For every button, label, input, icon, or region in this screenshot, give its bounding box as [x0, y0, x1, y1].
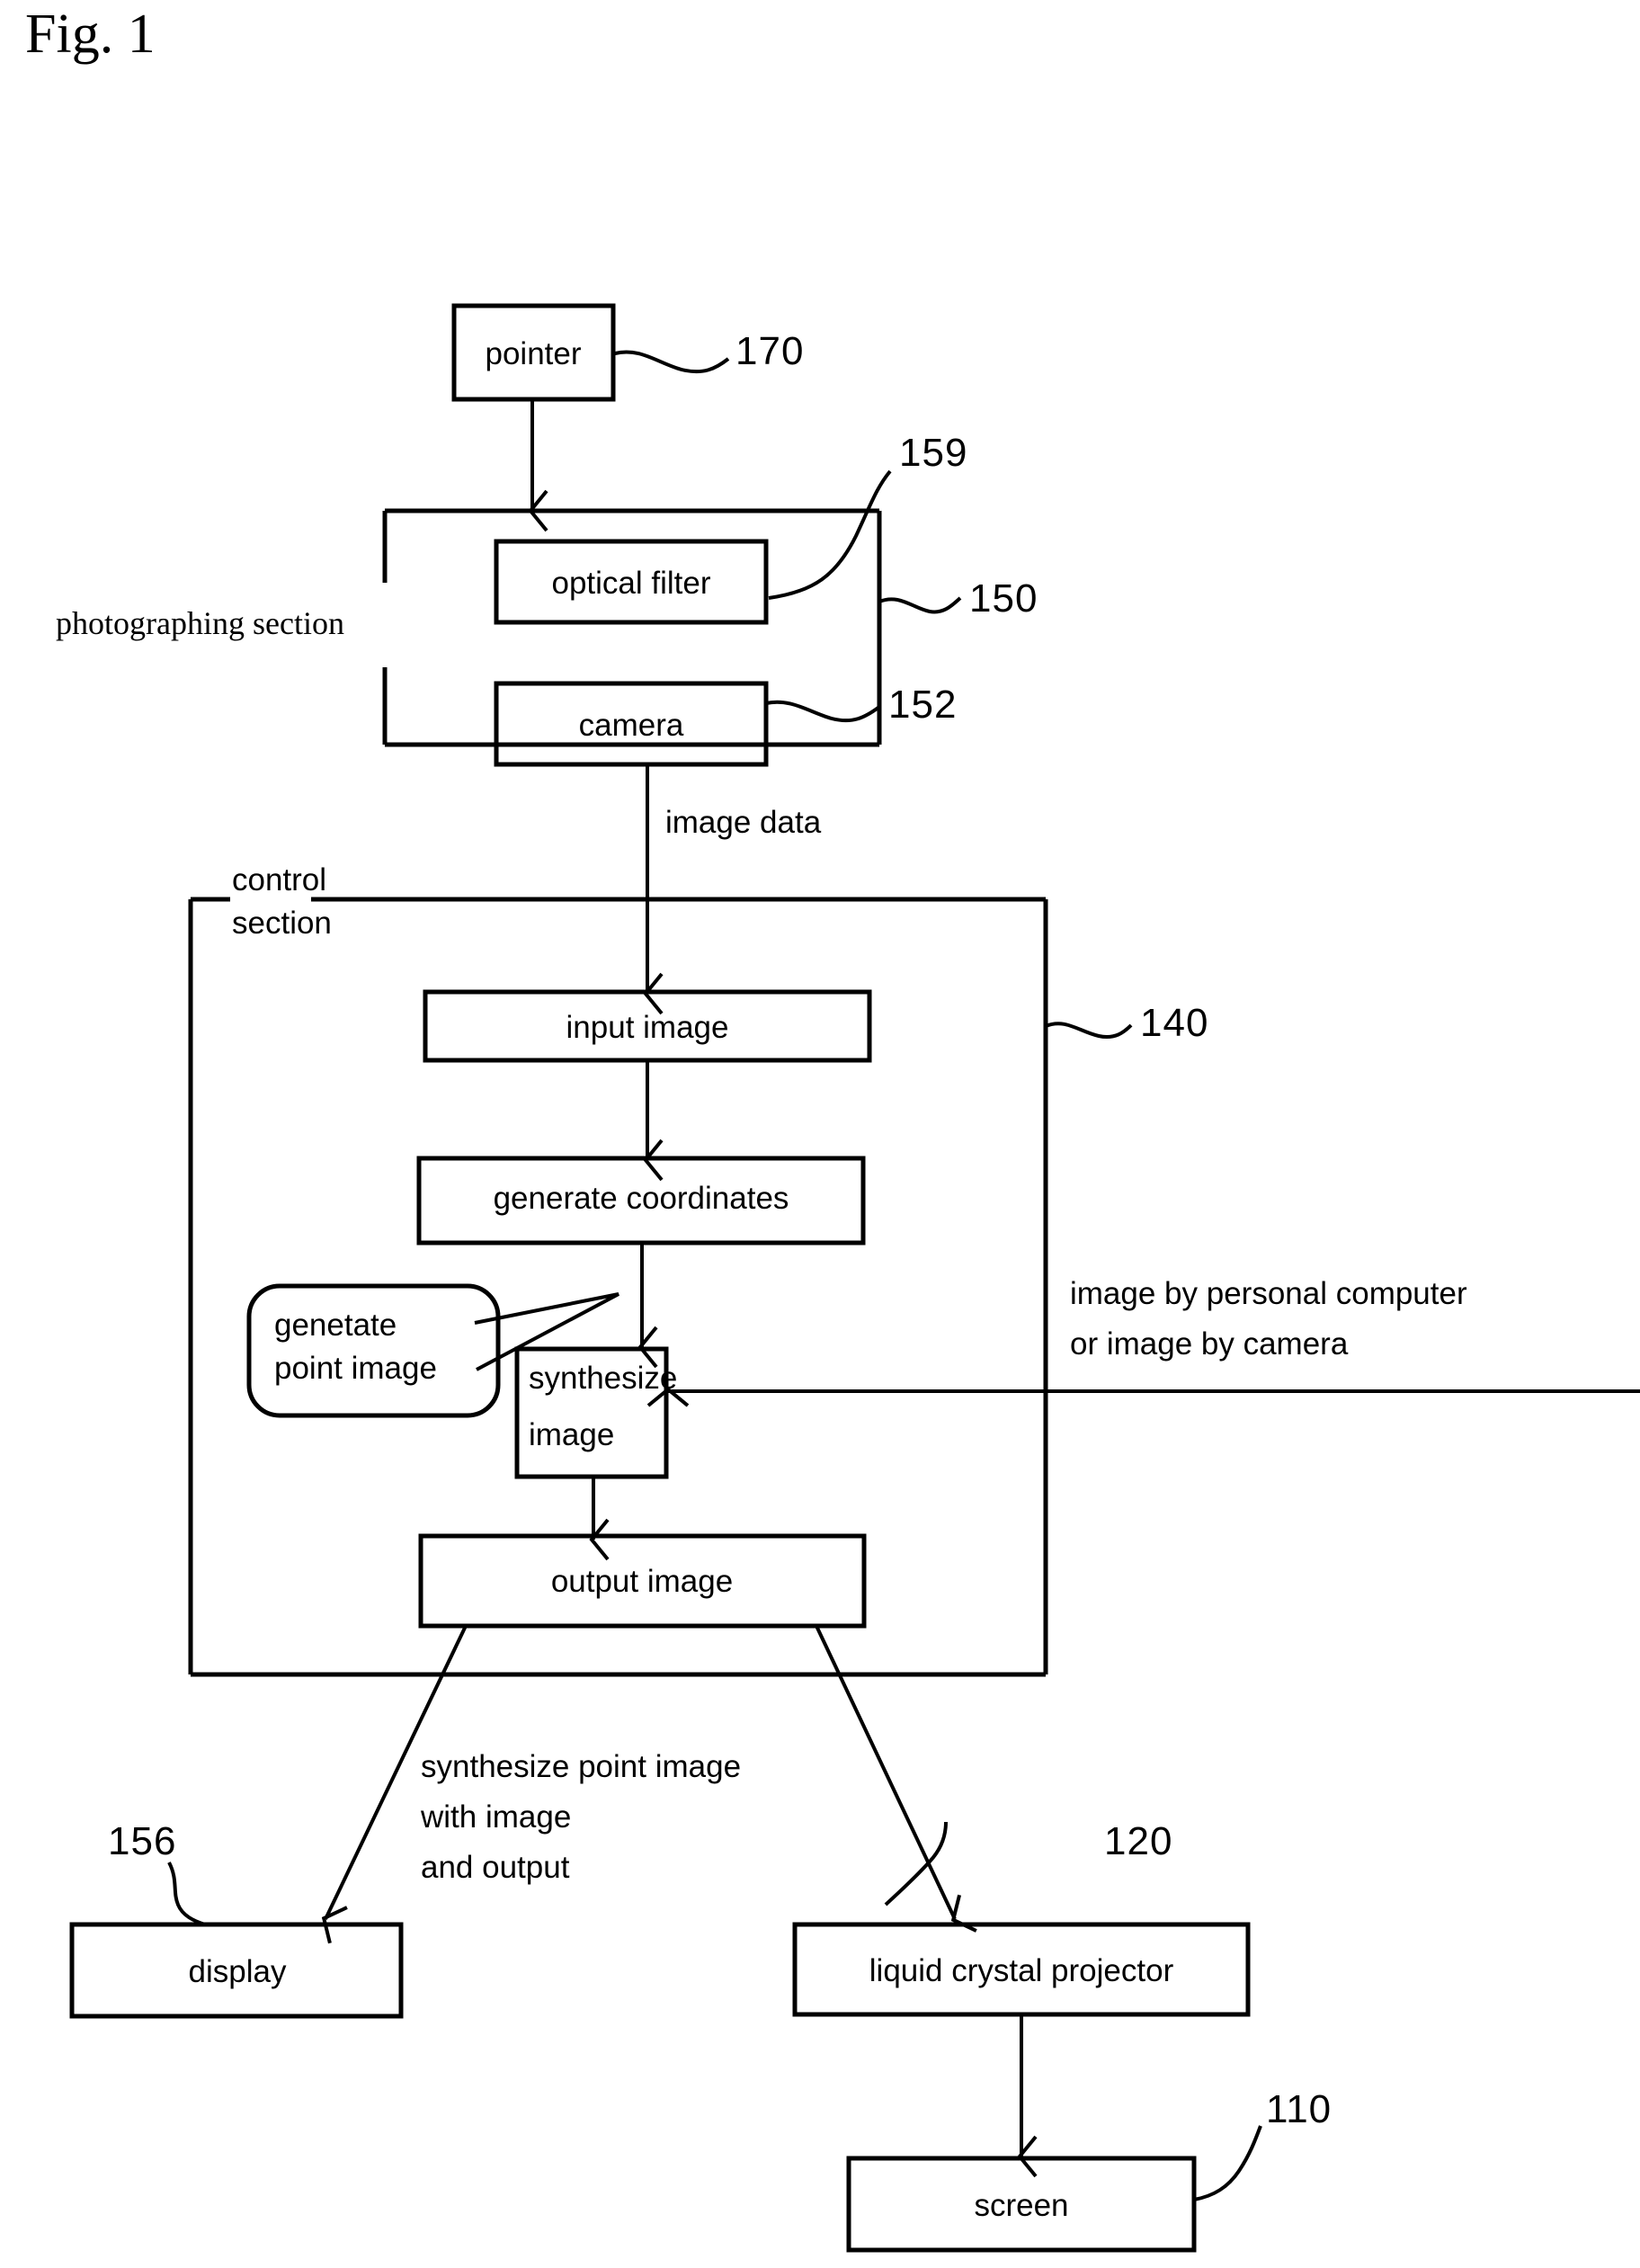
reference-numeral-152: 152 [888, 683, 958, 727]
control-section-label-line2: section [232, 906, 332, 941]
external-image-source-label-line2: or image by camera [1070, 1326, 1349, 1362]
reference-numeral-150: 150 [969, 576, 1038, 621]
reference-numeral-140: 140 [1140, 1001, 1209, 1045]
reference-numeral-159: 159 [899, 431, 968, 475]
synthesize-image-box-label-line2: image [529, 1417, 615, 1452]
output-image-box-label: output image [550, 1564, 734, 1599]
leader-line-156 [167, 1862, 206, 1926]
pointer-box-label: pointer [485, 336, 582, 371]
arrow-output-to-projector [815, 1625, 977, 1933]
control-section-label-line1: control [232, 862, 327, 897]
reference-numeral-120: 120 [1104, 1819, 1173, 1863]
leader-line-110 [1193, 2125, 1262, 2201]
leader-line-152 [765, 700, 881, 723]
display-box-label: display [188, 1954, 287, 1989]
output-note-line3: and output [421, 1850, 570, 1885]
generate-point-image-callout-line1: genetate [274, 1308, 397, 1343]
reference-numeral-110: 110 [1266, 2087, 1332, 2131]
leader-line-150 [878, 596, 962, 614]
input-image-box-label: input image [566, 1010, 729, 1045]
reference-numeral-170: 170 [735, 329, 805, 373]
output-note-line1: synthesize point image [421, 1749, 742, 1784]
image-data-flow-label: image data [665, 805, 822, 840]
generate-point-image-callout-line2: point image [274, 1351, 437, 1386]
photographing-section-label: photographing section [56, 605, 344, 641]
screen-box-label: screen [974, 2188, 1069, 2223]
liquid-crystal-projector-box-label: liquid crystal projector [869, 1953, 1174, 1988]
output-note-line2: with image [421, 1799, 572, 1835]
reference-numeral-156: 156 [108, 1819, 177, 1863]
external-image-source-label-line1: image by personal computer [1070, 1276, 1467, 1311]
leader-line-159 [768, 469, 892, 600]
figure-canvas: Fig. 1 pointer 170 159 optical filter ph… [0, 0, 1640, 2268]
camera-box-label: camera [578, 708, 684, 743]
optical-filter-box-label: optical filter [551, 566, 711, 601]
diagram-vector-layer [69, 303, 1640, 2253]
synthesize-image-box-label-line1: synthesize [529, 1361, 678, 1396]
leader-line-140 [1045, 1022, 1133, 1039]
generate-coordinates-box-label: generate coordinates [493, 1181, 789, 1216]
leader-line-170 [614, 350, 730, 374]
